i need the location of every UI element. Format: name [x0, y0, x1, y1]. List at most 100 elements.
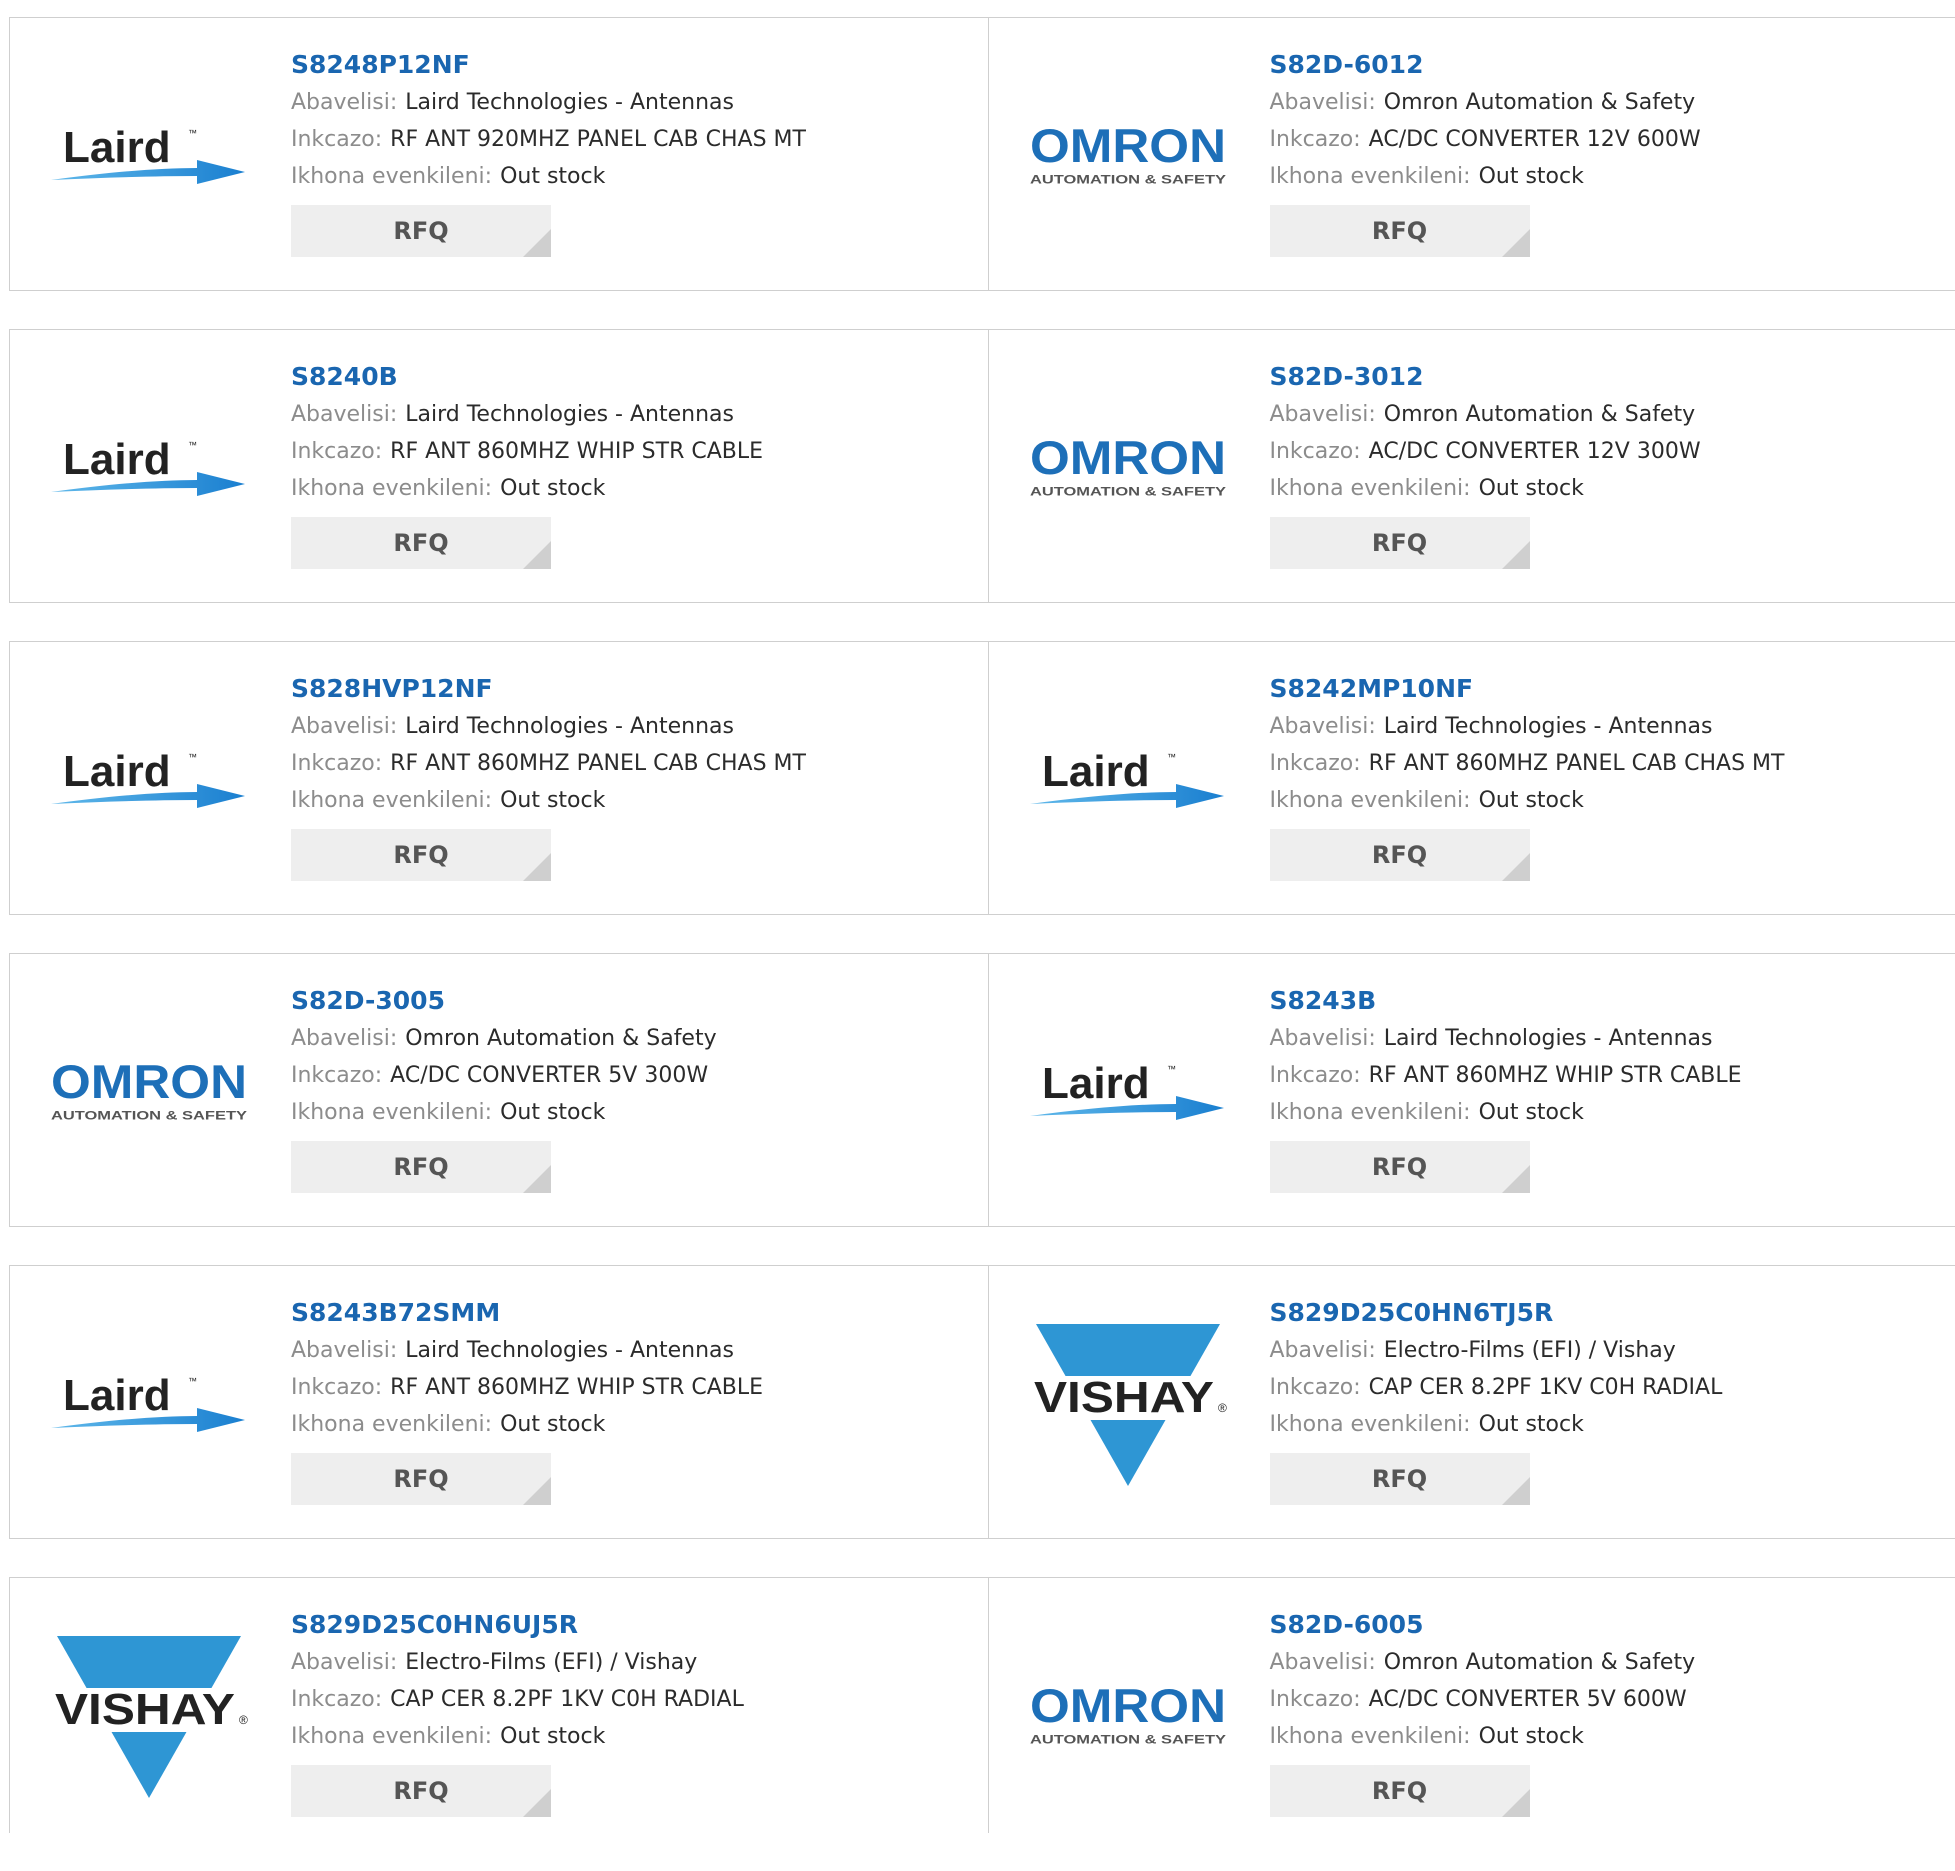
rfq-corner-decoration	[523, 229, 551, 257]
description-label: Inkcazo:	[291, 1375, 382, 1400]
laird-logo-svg: Laird™	[49, 122, 249, 192]
description-row: Inkcazo:RF ANT 920MHZ PANEL CAB CHAS MT	[291, 121, 806, 158]
description-row: Inkcazo:AC/DC CONVERTER 5V 300W	[291, 1057, 717, 1094]
stock-value: Out stock	[500, 788, 605, 813]
svg-text:Laird: Laird	[63, 1371, 171, 1420]
rfq-button[interactable]: RFQ	[1270, 517, 1530, 569]
manufacturer-value: Omron Automation & Safety	[1384, 90, 1695, 115]
manufacturer-row: Abavelisi:Laird Technologies - Antennas	[291, 396, 763, 433]
part-number-link[interactable]: S8240B	[291, 358, 763, 396]
laird-logo[interactable]: Laird™	[49, 696, 249, 866]
stock-value: Out stock	[1479, 476, 1584, 501]
manufacturer-label: Abavelisi:	[1270, 1650, 1376, 1675]
part-number-link[interactable]: S8248P12NF	[291, 46, 806, 84]
stock-value: Out stock	[1479, 164, 1584, 189]
stock-row: Ikhona evenkileni:Out stock	[291, 782, 806, 819]
product-row: OMRONAUTOMATION & SAFETYS82D-3005Abaveli…	[9, 953, 1955, 1227]
svg-text:VISHAY: VISHAY	[1034, 1373, 1214, 1422]
rfq-button[interactable]: RFQ	[291, 829, 551, 881]
rfq-button[interactable]: RFQ	[1270, 1765, 1530, 1817]
rfq-button[interactable]: RFQ	[291, 1453, 551, 1505]
product-info: S829D25C0HN6UJ5RAbavelisi:Electro-Films …	[291, 1606, 744, 1817]
laird-logo[interactable]: Laird™	[1028, 1008, 1228, 1178]
manufacturer-label: Abavelisi:	[291, 90, 397, 115]
rfq-button[interactable]: RFQ	[1270, 829, 1530, 881]
laird-logo-svg: Laird™	[49, 1370, 249, 1440]
part-number-link[interactable]: S8242MP10NF	[1270, 670, 1785, 708]
manufacturer-row: Abavelisi: Omron Automation & Safety	[1270, 84, 1701, 121]
manufacturer-label: Abavelisi:	[1270, 90, 1376, 115]
product-info: S82D-3012Abavelisi:Omron Automation & Sa…	[1270, 358, 1701, 569]
vishay-logo[interactable]: VISHAY®	[49, 1632, 249, 1802]
laird-logo[interactable]: Laird™	[49, 384, 249, 554]
svg-text:AUTOMATION & SAFETY: AUTOMATION & SAFETY	[1029, 1733, 1225, 1746]
svg-text:®: ®	[1218, 1401, 1227, 1415]
rfq-label: RFQ	[1372, 1777, 1427, 1805]
part-number-link[interactable]: S828HVP12NF	[291, 670, 806, 708]
manufacturer-label: Abavelisi:	[1270, 402, 1376, 427]
rfq-corner-decoration	[523, 1477, 551, 1505]
description-value: CAP CER 8.2PF 1KV C0H RADIAL	[1369, 1375, 1723, 1400]
manufacturer-value: Omron Automation & Safety	[1384, 1650, 1695, 1675]
omron-logo[interactable]: OMRONAUTOMATION & SAFETY	[1028, 384, 1228, 554]
svg-text:OMRON: OMRON	[51, 1058, 247, 1108]
svg-text:™: ™	[188, 128, 197, 138]
product-card: OMRONAUTOMATION & SAFETYS82D-3005Abaveli…	[10, 954, 988, 1226]
stock-label: Ikhona evenkileni:	[291, 476, 492, 501]
rfq-button[interactable]: RFQ	[291, 1141, 551, 1193]
manufacturer-row: Abavelisi: Laird Technologies - Antennas	[291, 84, 806, 121]
rfq-button[interactable]: RFQ	[1270, 1453, 1530, 1505]
rfq-button[interactable]: RFQ	[291, 1765, 551, 1817]
svg-text:™: ™	[1167, 752, 1176, 762]
product-card: VISHAY ® S829D25C0HN6TJ5RAbavelisi:Electro…	[988, 1266, 1955, 1538]
product-info: S8240BAbavelisi:Laird Technologies - Ant…	[291, 358, 763, 569]
rfq-button[interactable]: RFQ	[1270, 1141, 1530, 1193]
stock-value: Out stock	[500, 476, 605, 501]
part-number-link[interactable]: S82D-3012	[1270, 358, 1701, 396]
product-grid: Laird™S8248P12NFAbavelisi:Laird Technolo…	[9, 17, 1955, 1871]
product-card: Laird™ S8240BAbavelisi:Laird Technologies…	[10, 330, 988, 602]
stock-row: Ikhona evenkileni: Out stock	[291, 470, 763, 507]
stock-row: Ikhona evenkileni:Out stock	[1270, 1718, 1696, 1755]
product-info: S82D-6005 Abavelisi: Omron Automation & Sa…	[1270, 1606, 1696, 1817]
vishay-logo[interactable]: VISHAY ®	[1028, 1320, 1228, 1490]
rfq-button[interactable]: RFQ	[291, 517, 551, 569]
product-info: S82D-3005Abavelisi:Omron Automation & Sa…	[291, 982, 717, 1193]
part-number-link[interactable]: S82D-3005	[291, 982, 717, 1020]
laird-logo[interactable]: Laird™	[49, 1320, 249, 1490]
part-number-link[interactable]: S829D25C0HN6UJ5R	[291, 1606, 744, 1644]
laird-logo[interactable]: Laird™	[49, 72, 249, 242]
manufacturer-value: Laird Technologies - Antennas	[405, 714, 734, 739]
stock-row: Ikhona evenkileni:Out stock	[291, 1094, 717, 1131]
part-number-link[interactable]: S82D-6012	[1270, 46, 1701, 84]
product-row: Laird™S828HVP12NFAbavelisi:Laird Technol…	[9, 641, 1955, 915]
rfq-button[interactable]: RFQ	[1270, 205, 1530, 257]
description-value: RF ANT 860MHZ WHIP STR CABLE	[390, 1375, 763, 1400]
stock-value: Out stock	[1479, 1412, 1584, 1437]
manufacturer-value: Laird Technologies - Antennas	[405, 90, 734, 115]
omron-logo[interactable]: OMRONAUTOMATION & SAFETY	[1028, 72, 1228, 242]
description-label: Inkcazo:	[291, 1687, 382, 1712]
omron-logo[interactable]: OMRONAUTOMATION & SAFETY	[49, 1008, 249, 1178]
part-number-link[interactable]: S8243B72SMM	[291, 1294, 763, 1332]
stock-row: Ikhona evenkileni:Out stock	[291, 158, 806, 195]
description-value: RF ANT 920MHZ PANEL CAB CHAS MT	[390, 127, 806, 152]
description-row: Inkcazo:AC/DC CONVERTER 12V 300W	[1270, 433, 1701, 470]
stock-value: Out stock	[1479, 788, 1584, 813]
omron-logo[interactable]: OMRONAUTOMATION & SAFETY	[1028, 1632, 1228, 1802]
laird-logo-svg: Laird™	[49, 434, 249, 504]
rfq-corner-decoration	[1502, 1165, 1530, 1193]
description-row: Inkcazo: CAP CER 8.2PF 1KV C0H RADIAL	[291, 1681, 744, 1718]
rfq-corner-decoration	[523, 1165, 551, 1193]
description-value: CAP CER 8.2PF 1KV C0H RADIAL	[390, 1687, 744, 1712]
part-number-link[interactable]: S82D-6005	[1270, 1606, 1696, 1644]
part-number-link[interactable]: S8243B	[1270, 982, 1742, 1020]
manufacturer-label: Abavelisi:	[291, 1650, 397, 1675]
laird-logo[interactable]: Laird™	[1028, 696, 1228, 866]
svg-text:OMRON: OMRON	[1029, 434, 1225, 484]
svg-text:Laird: Laird	[63, 747, 171, 796]
part-number-link[interactable]: S829D25C0HN6TJ5R	[1270, 1294, 1723, 1332]
rfq-button[interactable]: RFQ	[291, 205, 551, 257]
stock-value: Out stock	[500, 1412, 605, 1437]
product-info: S829D25C0HN6TJ5RAbavelisi:Electro-Films …	[1270, 1294, 1723, 1505]
